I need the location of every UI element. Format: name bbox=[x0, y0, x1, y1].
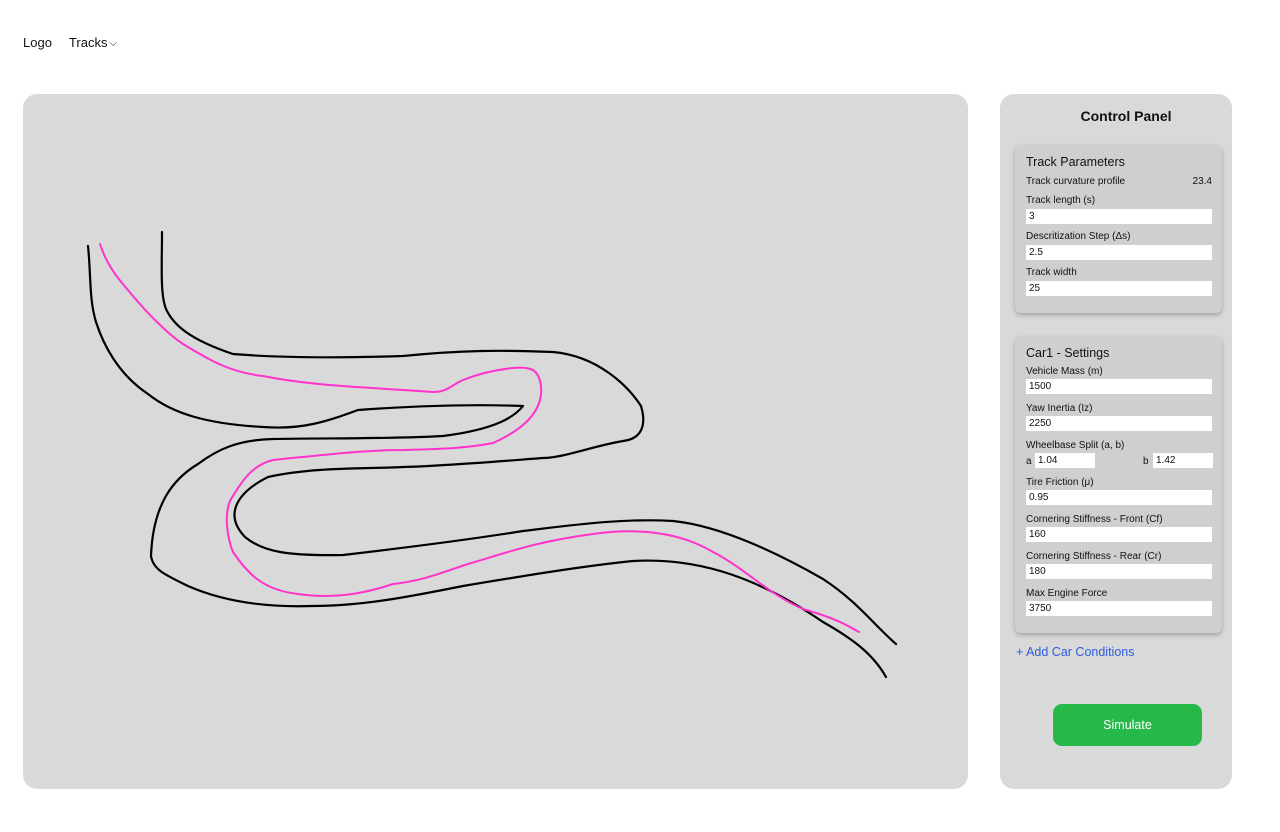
simulate-button[interactable]: Simulate bbox=[1053, 704, 1202, 746]
car-settings-card: Car1 - Settings Vehicle Mass (m) Yaw Ine… bbox=[1015, 336, 1222, 633]
cr-input[interactable] bbox=[1026, 564, 1212, 579]
chevron-down-icon: ⌵ bbox=[109, 38, 118, 49]
track-drawing bbox=[86, 230, 898, 679]
mass-label: Vehicle Mass (m) bbox=[1026, 366, 1103, 377]
track-parameters-card: Track Parameters Track curvature profile… bbox=[1015, 145, 1222, 313]
logo[interactable]: Logo bbox=[23, 35, 52, 50]
racing-line bbox=[99, 243, 860, 633]
friction-input[interactable] bbox=[1026, 490, 1212, 505]
yaw-label: Yaw Inertia (Iz) bbox=[1026, 403, 1093, 414]
top-nav: Logo Tracks ⌵ bbox=[23, 35, 117, 50]
wheelbase-b-input[interactable] bbox=[1153, 453, 1213, 468]
track-length-label: Track length (s) bbox=[1026, 195, 1096, 206]
panel-title: Control Panel bbox=[1080, 108, 1172, 124]
add-car-conditions-link[interactable]: + Add Car Conditions bbox=[1016, 645, 1134, 659]
force-input[interactable] bbox=[1026, 601, 1212, 616]
control-panel: Control Panel Track Parameters Track cur… bbox=[1000, 94, 1232, 789]
track-parameters-heading: Track Parameters bbox=[1026, 155, 1125, 169]
track-width-input[interactable] bbox=[1026, 281, 1212, 296]
track-width-label: Track width bbox=[1026, 267, 1077, 278]
curvature-value: 23.4 bbox=[1192, 176, 1212, 187]
track-length-input[interactable] bbox=[1026, 209, 1212, 224]
step-label: Descritization Step (Δs) bbox=[1026, 231, 1131, 242]
cr-label: Cornering Stiffness - Rear (Cr) bbox=[1026, 551, 1162, 562]
mass-input[interactable] bbox=[1026, 379, 1212, 394]
cf-label: Cornering Stiffness - Front (Cf) bbox=[1026, 514, 1163, 525]
tracks-menu[interactable]: Tracks ⌵ bbox=[69, 35, 117, 50]
wheelbase-a-input[interactable] bbox=[1035, 453, 1095, 468]
tracks-menu-label: Tracks bbox=[68, 35, 108, 50]
car-settings-heading: Car1 - Settings bbox=[1026, 346, 1110, 360]
wheelbase-a-label: a bbox=[1026, 456, 1032, 467]
friction-label: Tire Friction (μ) bbox=[1026, 477, 1094, 488]
curvature-label: Track curvature profile bbox=[1026, 176, 1126, 187]
yaw-input[interactable] bbox=[1026, 416, 1212, 431]
track-canvas[interactable] bbox=[23, 94, 968, 789]
step-input[interactable] bbox=[1026, 245, 1212, 260]
cf-input[interactable] bbox=[1026, 527, 1212, 542]
wheelbase-b-label: b bbox=[1143, 456, 1149, 467]
wheelbase-label: Wheelbase Split (a, b) bbox=[1026, 440, 1125, 451]
force-label: Max Engine Force bbox=[1026, 588, 1108, 599]
